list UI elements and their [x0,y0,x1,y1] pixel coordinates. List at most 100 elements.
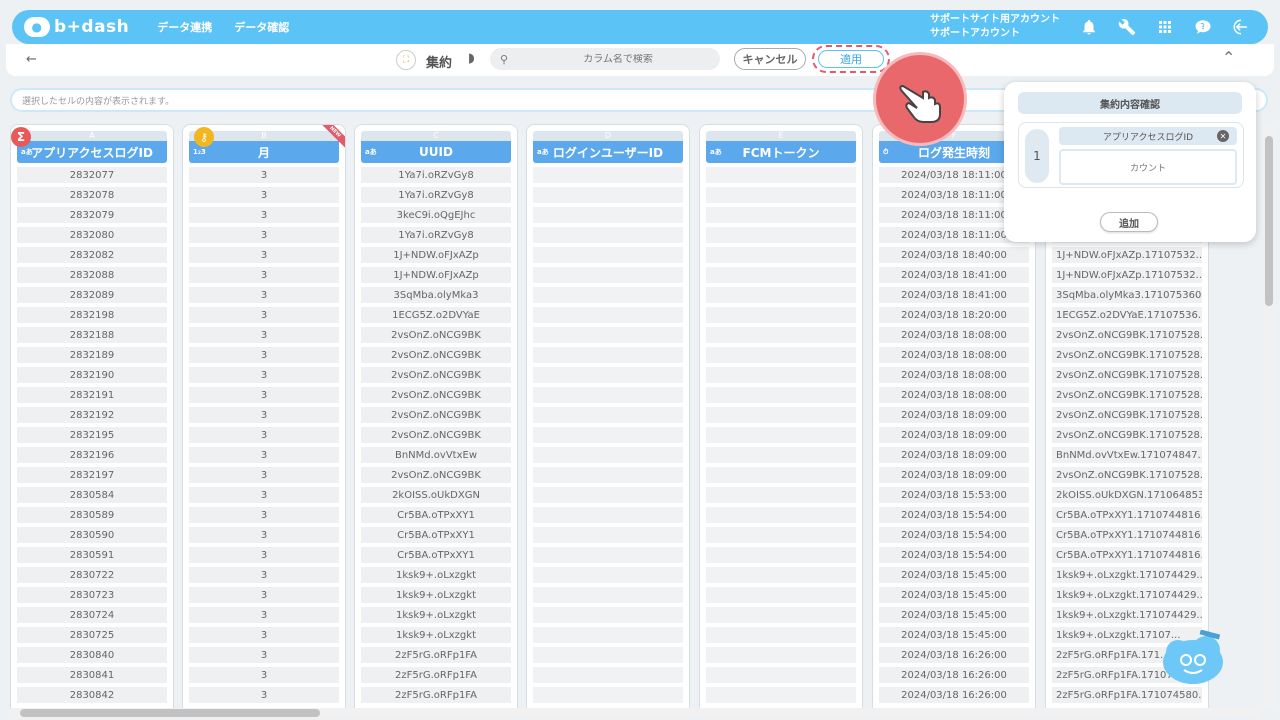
column-header[interactable]: aあ FCMトークン [706,141,856,163]
table-cell[interactable]: 2830842 [17,687,167,703]
table-cell[interactable]: 2832198 [17,307,167,323]
table-cell[interactable]: 2024/03/18 15:45:00 [879,627,1029,643]
table-cell[interactable] [706,687,856,703]
table-cell[interactable]: 2vsOnZ.oNCG9BK.17107528... [1052,367,1202,383]
table-cell[interactable]: 2832079 [17,207,167,223]
table-cell[interactable]: 2vsOnZ.oNCG9BK.17107528... [1052,387,1202,403]
table-cell[interactable] [533,227,683,243]
mascot-icon[interactable] [1158,629,1228,688]
table-cell[interactable]: 1Ya7i.oRZvGy8 [361,227,511,243]
back-arrow-icon[interactable]: ← [26,52,37,67]
table-cell[interactable] [533,687,683,703]
table-cell[interactable]: 2830723 [17,587,167,603]
wrench-icon[interactable] [1116,16,1138,38]
apply-button[interactable]: 適用 [818,50,884,68]
column-letter[interactable]: C [361,131,511,141]
table-cell[interactable]: 2024/03/18 18:08:00 [879,387,1029,403]
table-cell[interactable] [706,307,856,323]
column-header[interactable]: aあ UUID [361,141,511,163]
table-cell[interactable]: 2024/03/18 18:20:00 [879,307,1029,323]
table-cell[interactable]: 2vsOnZ.oNCG9BK [361,467,511,483]
horizontal-scrollbar[interactable] [10,708,1260,718]
table-cell[interactable] [706,327,856,343]
table-cell[interactable]: 2024/03/18 18:09:00 [879,407,1029,423]
table-cell[interactable]: 3 [189,567,339,583]
table-cell[interactable] [533,647,683,663]
table-cell[interactable]: 1ECG5Z.o2DVYaE.17107536... [1052,307,1202,323]
table-cell[interactable] [533,427,683,443]
table-cell[interactable]: 2832082 [17,247,167,263]
table-cell[interactable] [533,387,683,403]
table-cell[interactable]: 2vsOnZ.oNCG9BK [361,367,511,383]
table-cell[interactable]: 2024/03/18 15:45:00 [879,607,1029,623]
table-cell[interactable]: 2024/03/18 18:08:00 [879,367,1029,383]
table-cell[interactable]: 3 [189,207,339,223]
table-cell[interactable] [706,247,856,263]
table-cell[interactable]: 2832196 [17,447,167,463]
table-cell[interactable] [706,207,856,223]
table-cell[interactable] [706,607,856,623]
table-cell[interactable]: 3 [189,587,339,603]
cancel-button[interactable]: キャンセル [734,48,806,70]
table-cell[interactable]: 2024/03/18 18:40:00 [879,247,1029,263]
table-cell[interactable]: 3 [189,367,339,383]
table-cell[interactable] [533,507,683,523]
nav-link-data-integration[interactable]: データ連携 [157,19,212,35]
table-cell[interactable]: 2vsOnZ.oNCG9BK.17107528... [1052,407,1202,423]
table-cell[interactable]: 3 [189,547,339,563]
shield-icon[interactable]: ◗ [468,51,475,66]
table-cell[interactable]: 2024/03/18 18:09:00 [879,447,1029,463]
table-cell[interactable]: 2832078 [17,187,167,203]
table-cell[interactable]: 2024/03/18 15:53:00 [879,487,1029,503]
table-cell[interactable] [706,267,856,283]
column-header[interactable]: aあ アプリアクセスログID [17,141,167,163]
table-cell[interactable] [533,447,683,463]
table-cell[interactable]: 3keC9i.oQgEJhc [361,207,511,223]
table-cell[interactable] [706,367,856,383]
table-cell[interactable]: 2830724 [17,607,167,623]
table-cell[interactable]: 3 [189,527,339,543]
table-cell[interactable]: 2832192 [17,407,167,423]
table-cell[interactable]: 1ksk9+.oLxzgkt [361,607,511,623]
table-cell[interactable] [706,407,856,423]
table-cell[interactable]: 2830589 [17,507,167,523]
table-cell[interactable]: 2830725 [17,627,167,643]
table-cell[interactable]: 2832089 [17,287,167,303]
table-cell[interactable] [706,567,856,583]
table-cell[interactable]: 3 [189,627,339,643]
table-cell[interactable] [533,207,683,223]
table-cell[interactable] [706,587,856,603]
vertical-scrollbar-thumb[interactable] [1265,136,1273,306]
table-cell[interactable]: BnNMd.ovVtxEw.171074847... [1052,447,1202,463]
table-cell[interactable]: 2832197 [17,467,167,483]
table-cell[interactable]: 3SqMba.olyMka3 [361,287,511,303]
column-letter[interactable]: A [17,131,167,141]
table-cell[interactable]: 1ksk9+.oLxzgkt.171074429... [1052,607,1202,623]
table-cell[interactable]: 2830840 [17,647,167,663]
table-cell[interactable] [533,307,683,323]
table-cell[interactable]: 2024/03/18 18:09:00 [879,427,1029,443]
table-cell[interactable]: 2zF5rG.oRFp1FA [361,667,511,683]
table-cell[interactable]: 2024/03/18 16:26:00 [879,667,1029,683]
table-cell[interactable]: 2832188 [17,327,167,343]
logo[interactable]: ● b+dash [24,17,129,37]
column-header[interactable]: 1₂3 月 [189,141,339,163]
table-cell[interactable] [533,567,683,583]
table-cell[interactable]: 1J+NDW.oFJxAZp.17107532... [1052,267,1202,283]
table-cell[interactable]: 2vsOnZ.oNCG9BK [361,427,511,443]
apply-button-highlight[interactable]: 適用 [812,45,890,73]
table-cell[interactable]: 2vsOnZ.oNCG9BK [361,407,511,423]
logout-icon[interactable] [1230,16,1252,38]
aggregation-item-column[interactable]: アプリアクセスログID ✕ [1059,127,1237,145]
table-cell[interactable] [706,647,856,663]
table-cell[interactable]: 1ksk9+.oLxzgkt [361,587,511,603]
table-cell[interactable]: 3 [189,647,339,663]
table-cell[interactable]: 3 [189,167,339,183]
table-cell[interactable] [533,627,683,643]
bell-icon[interactable] [1078,16,1100,38]
table-cell[interactable] [533,407,683,423]
table-cell[interactable]: 3 [189,287,339,303]
table-cell[interactable]: 2024/03/18 15:54:00 [879,547,1029,563]
table-cell[interactable] [706,527,856,543]
table-cell[interactable]: 2kOISS.oUkDXGN [361,487,511,503]
